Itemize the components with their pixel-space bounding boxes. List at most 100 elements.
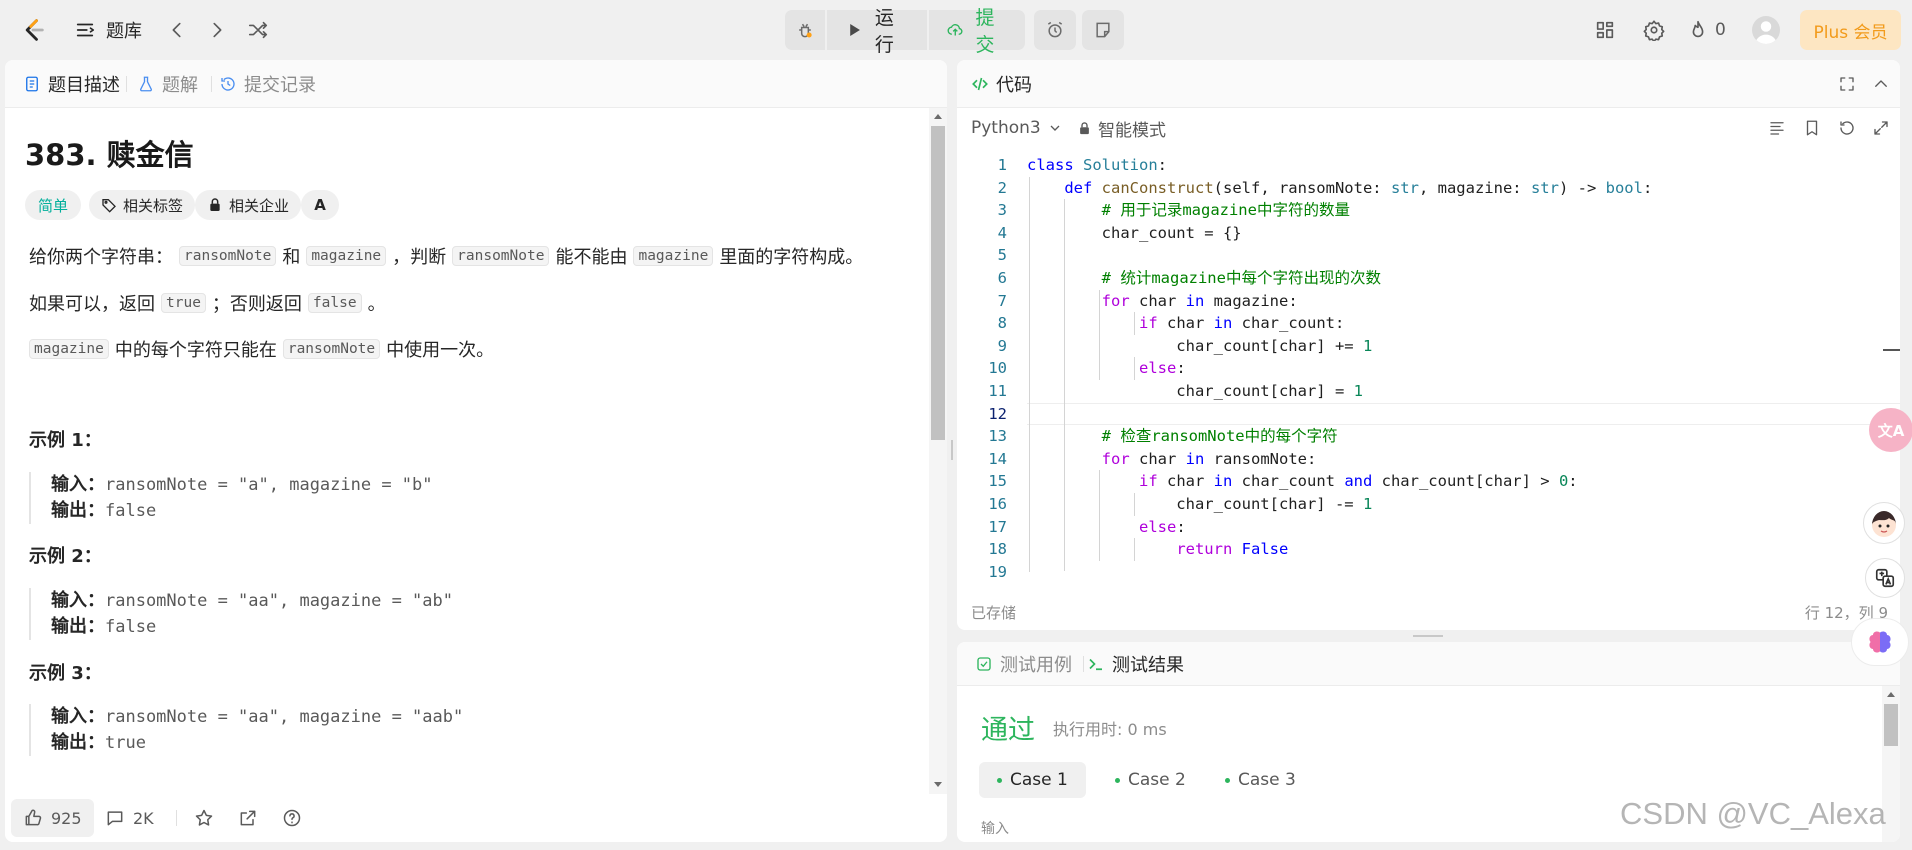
tab-submissions[interactable]: 提交记录 [219,60,316,108]
favorite-star-icon[interactable] [194,799,214,837]
inline-code: ransomNote [179,246,277,266]
shuffle-icon[interactable] [243,14,273,46]
problem-list-button[interactable]: 题库 [74,14,142,46]
leetcode-logo-icon[interactable] [18,14,48,46]
code-line: 19 [988,562,1007,581]
case-label: Case 2 [1128,770,1186,790]
horizontal-resizer[interactable] [1413,635,1443,637]
case-tab-2[interactable]: Case 2 [1097,762,1204,798]
code-editor[interactable]: 1 class Solution: 2 def canConstruct(self… [957,154,1900,594]
description-tabs: 题目描述 题解 提交记录 [5,60,947,108]
description-scrollbar[interactable] [929,108,947,794]
desc-text: ；否则返回 [211,294,302,315]
collapse-chevron-up-icon[interactable] [1869,72,1893,96]
code-line: 5 [997,246,1007,265]
scrollbar-thumb[interactable] [1884,704,1898,746]
ai-brain-button[interactable] [1851,618,1909,666]
comments-button[interactable]: 2K [105,799,154,837]
code-line: 11 char_count[char] = 1 [988,382,1363,400]
example-1-block: 输入：ransomNote = "a", magazine = "b" 输出：f… [29,472,729,524]
tab-testcase[interactable]: 测试用例 [975,642,1072,686]
help-icon[interactable] [282,799,302,837]
code-line: 16 char_count[char] -= 1 [988,495,1373,513]
reset-icon[interactable] [1835,116,1859,140]
alarm-button[interactable] [1034,10,1076,50]
bookmark-icon[interactable] [1800,116,1824,140]
plus-member-button[interactable]: Plus 会员 [1800,10,1901,50]
desc-text: ，判断 [392,247,447,268]
tab-code[interactable]: 代码 [971,60,1032,108]
problem-list-label: 题库 [106,21,142,42]
user-avatar[interactable] [1752,16,1780,44]
code-panel: 代码 Python3 智能模式 1 class Solution: 2 def … [957,60,1900,630]
format-code-icon[interactable] [1765,116,1789,140]
alarm-clock-icon [1047,21,1063,38]
submit-button[interactable]: 提交 [929,7,1025,56]
description-line-2: 如果可以，返回 true ；否则返回 false 。 [29,290,386,316]
desc-text: 能不能由 [555,247,628,268]
run-button[interactable]: 运行 [827,7,927,56]
example-3-title: 示例 3： [29,663,102,684]
comment-count: 2K [133,808,154,828]
expand-icon[interactable] [1869,116,1893,140]
scroll-down-arrow[interactable] [934,782,942,787]
desc-text: 如果可以，返回 [29,294,155,315]
vertical-resizer[interactable] [951,440,953,460]
settings-gear-icon[interactable] [1640,16,1668,44]
example-output: false [105,617,157,637]
code-line: 1 class Solution: [997,156,1168,174]
translate-button[interactable]: A [301,190,339,220]
like-count: 925 [51,808,82,828]
note-button[interactable] [1082,10,1124,50]
prev-problem-icon[interactable] [163,14,191,46]
topic-tags-label: 相关标签 [123,196,184,215]
comment-icon [107,811,123,826]
streak-button[interactable]: 0 [1687,16,1726,44]
lock-icon [210,198,220,211]
next-problem-icon[interactable] [203,14,231,46]
editor-scroll-marker [1883,349,1900,351]
language-select[interactable]: Python3 [971,116,1063,140]
example-2-block: 输入：ransomNote = "aa", magazine = "ab" 输出… [29,588,729,640]
debug-button[interactable] [785,10,825,50]
inline-code: ransomNote [282,339,381,359]
tab-description[interactable]: 题目描述 [23,60,120,108]
girl-avatar-icon [1872,511,1896,537]
assistant-avatar[interactable] [1863,502,1905,544]
user-icon [1755,21,1777,44]
editor-status-bar: 已存储 行 12，列 9 [957,594,1900,630]
language-label: Python3 [971,118,1041,138]
tab-solutions[interactable]: 题解 [137,60,198,108]
status-dot [1225,777,1230,783]
example-output: false [105,501,157,521]
inline-code: true [161,293,206,313]
input-label: 输入： [51,474,105,495]
description-footer: 925 2K [5,796,947,842]
topic-tags-button[interactable]: 相关标签 [89,190,196,220]
output-label: 输出： [51,616,105,637]
like-button[interactable]: 925 [11,799,94,837]
layout-icon[interactable] [1591,16,1619,44]
scrollbar-thumb[interactable] [931,126,945,440]
fire-icon [1692,20,1704,38]
translate-side-button[interactable] [1865,558,1905,598]
case-tab-1[interactable]: Case 1 [979,762,1086,798]
code-line: 9 char_count[char] += 1 [997,336,1373,355]
tab-result-label: 测试结果 [1112,655,1184,676]
tab-result[interactable]: 测试结果 [1087,642,1184,686]
code-line: 4 char_count = {} [997,223,1242,242]
case-tab-3[interactable]: Case 3 [1207,762,1314,798]
inline-code: magazine [29,339,109,359]
status-dot [997,777,1002,783]
plus-member-label: Plus 会员 [1813,22,1888,43]
difficulty-badge[interactable]: 简单 [25,190,81,220]
chevron-down-icon [1050,125,1060,131]
scroll-up-arrow[interactable] [934,114,942,119]
companies-button[interactable]: 相关企业 [195,190,302,220]
output-label: 输出： [51,500,105,521]
translate-float-button[interactable]: 文A [1869,408,1912,452]
scroll-up-arrow[interactable] [1887,692,1895,697]
fullscreen-icon[interactable] [1835,72,1859,96]
smart-mode-toggle[interactable]: 智能模式 [1077,116,1166,141]
share-icon[interactable] [238,799,258,837]
